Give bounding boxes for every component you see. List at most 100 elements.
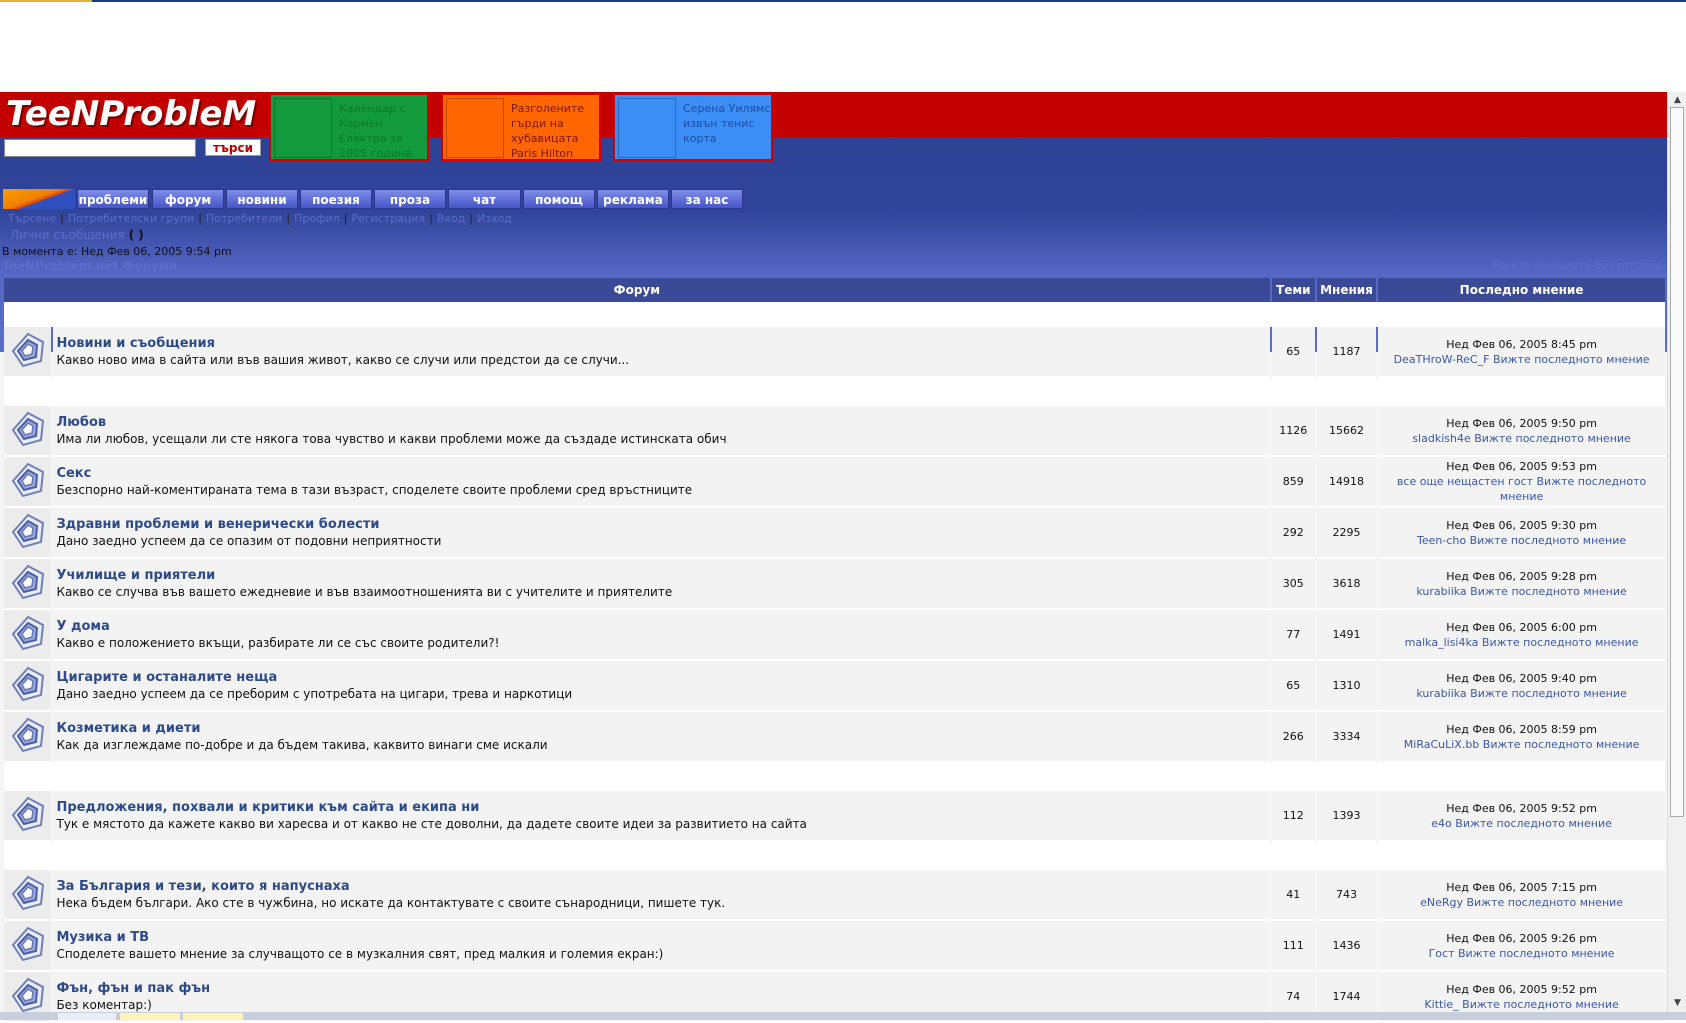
last-post-date: Нед Фев 06, 2005 9:28 pm [1446,569,1597,583]
last-post-user[interactable]: MiRaCuLiX.bb [1404,738,1480,751]
forum-title-link[interactable]: Любов [56,415,1269,430]
scrollbar-thumb[interactable] [1670,107,1684,817]
last-post-user[interactable]: DeaTHroW-ReC_F [1394,353,1490,366]
forum-last-post: Нед Фев 06, 2005 6:00 pm malka_lisi4ka Ви… [1378,610,1665,661]
promo-thumbnail[interactable] [446,98,504,158]
forum-folder-cell [4,712,52,763]
forum-description: Какво е положението вкъщи, разбирате ли … [56,636,500,650]
promo-banner[interactable]: Календар с Кармен Електра за 2005 година [269,93,429,161]
forum-info: Предложения, похвали и критики към сайта… [53,791,1270,842]
last-post-user[interactable]: kurabiika [1416,585,1466,598]
promo-banner[interactable]: Серена Уилямс извън тенис корта [613,93,773,161]
search-input[interactable] [4,139,196,157]
forum-title-link[interactable]: Здравни проблеми и венерически болести [56,517,1269,532]
last-post-date: Нед Фев 06, 2005 8:45 pm [1446,337,1597,351]
promo-text[interactable]: Календар с Кармен Електра за 2005 година [339,101,427,161]
scroll-up-arrow-icon[interactable]: ▲ [1670,93,1685,108]
forum-title-link[interactable]: У дома [56,619,1269,634]
forum-title-link[interactable]: За България и тези, които я напуснаха [56,879,1269,894]
forum-title-link[interactable]: Секс [56,466,1269,481]
last-post-user[interactable]: malka_lisi4ka [1405,636,1479,649]
view-last-post-link[interactable]: Вижте последното мнение [1458,947,1615,960]
menu-item[interactable]: помощ [523,189,595,209]
last-post-user[interactable]: все още нещастен гост [1397,475,1533,488]
promo-banner[interactable]: Разголените гърди на хубавицата Paris Hi… [441,93,601,161]
menu-item[interactable]: проза [374,189,446,209]
view-last-post-link[interactable]: Вижте последното мнение [1455,817,1612,830]
menu-item[interactable]: новини [226,189,298,209]
view-last-post-link[interactable]: Вижте последното мнение [1482,636,1639,649]
forum-folder-cell [4,327,52,378]
last-post-user[interactable]: sladkish4e [1412,432,1470,445]
view-last-post-link[interactable]: Вижте последното мнение [1474,432,1631,445]
user-link[interactable]: Потребителски групи [68,212,194,225]
header-topics: Теми [1271,278,1315,302]
user-link[interactable]: Регистрация [351,212,425,225]
unanswered-link[interactable]: Вижте мненията без отговор [1493,259,1663,272]
menu-item[interactable]: реклама [597,189,669,209]
last-post-user[interactable]: Kittie_ [1424,998,1458,1011]
forum-topics-count: 65 [1271,327,1315,378]
menu-item[interactable]: поезия [300,189,372,209]
menu-item[interactable]: форум [152,189,224,209]
forum-folder-icon [10,717,46,756]
taskbar-button[interactable] [183,1013,243,1020]
view-last-post-link[interactable]: Вижте последното мнение [1466,896,1623,909]
promo-text[interactable]: Серена Уилямс извън тенис корта [683,101,771,146]
forum-title-link[interactable]: Музика и ТВ [56,930,1269,945]
last-post-user[interactable]: eNeRgy [1420,896,1463,909]
scrollbar[interactable]: ▲ ▼ [1667,92,1686,1012]
user-link[interactable]: Търсене [8,212,56,225]
forum-index-link[interactable]: TeeNProblem.net Форуми [2,259,177,273]
promo-thumbnail[interactable] [618,98,676,158]
private-messages-link[interactable]: Лични съобщения ( ) [10,228,144,242]
user-link[interactable]: Потребители [206,212,282,225]
forum-title-link[interactable]: Предложения, похвали и критики към сайта… [56,800,1269,815]
forum-description: Дано заедно успеем да се опазим от подов… [56,534,442,548]
last-post-user[interactable]: kurabiika [1416,687,1466,700]
forum-title-link[interactable]: Цигарите и останалите неща [56,670,1269,685]
forum-title-link[interactable]: Новини и съобщения [56,336,1269,351]
forum-topics-count: 41 [1271,870,1315,921]
promo-thumbnail[interactable] [274,98,332,158]
taskbar-button[interactable] [58,1013,116,1020]
forum-title-link[interactable]: Фън, фън и пак фън [56,981,1269,996]
forum-last-post: Нед Фев 06, 2005 9:28 pm kurabiika Вижте … [1378,559,1665,610]
taskbar-button[interactable] [120,1013,180,1020]
view-last-post-link[interactable]: Вижте последното мнение [1483,738,1640,751]
forum-last-post: Нед Фев 06, 2005 9:52 pm e4o Вижте послед… [1378,791,1665,842]
forum-topics-count: 1126 [1271,406,1315,457]
view-last-post-link[interactable]: Вижте последното мнение [1462,998,1619,1011]
last-post-date: Нед Фев 06, 2005 9:40 pm [1446,671,1597,685]
link-separator: | [286,212,291,225]
last-post-date: Нед Фев 06, 2005 9:52 pm [1446,801,1597,815]
forum-description: Споделете вашето мнение за случващото се… [56,947,664,961]
forum-title-link[interactable]: Козметика и диети [56,721,1269,736]
menu-item[interactable]: чат [448,189,521,209]
category-spacer [4,378,1665,406]
forum-row: Музика и ТВ Споделете вашето мнение за сл… [4,921,1665,972]
last-post-user[interactable]: e4o [1431,817,1452,830]
last-post-user[interactable]: Teen-cho [1417,534,1466,547]
forum-title-link[interactable]: Училище и приятели [56,568,1269,583]
promo-text[interactable]: Разголените гърди на хубавицата Paris Hi… [511,101,599,161]
view-last-post-link[interactable]: Вижте последното мнение [1470,585,1627,598]
forum-last-post: Нед Фев 06, 2005 9:53 pm все още нещастен… [1378,457,1665,508]
view-last-post-link[interactable]: Вижте последното мнение [1493,353,1650,366]
menu-item[interactable]: за нас [671,189,743,209]
forum-info: За България и тези, които я напуснаха Нек… [53,870,1270,921]
forum-posts-count: 15662 [1316,406,1377,457]
last-post-user[interactable]: Гост [1429,947,1455,960]
user-link[interactable]: Профил [294,212,340,225]
forum-topics-count: 859 [1271,457,1315,508]
forum-info: Козметика и диети Как да изглеждаме по-до… [53,712,1270,763]
menu-item[interactable]: проблеми [77,189,149,209]
search-button[interactable]: търси [205,139,261,156]
user-link[interactable]: Изход [477,212,512,225]
view-last-post-link[interactable]: Вижте последното мнение [1470,687,1627,700]
user-link[interactable]: Вход [437,212,465,225]
site-logo[interactable]: TeeNProbleM [6,94,256,134]
forum-description: Какво се случва във вашето ежедневие и в… [56,585,673,599]
view-last-post-link[interactable]: Вижте последното мнение [1470,534,1627,547]
scroll-down-arrow-icon[interactable]: ▼ [1670,996,1685,1011]
